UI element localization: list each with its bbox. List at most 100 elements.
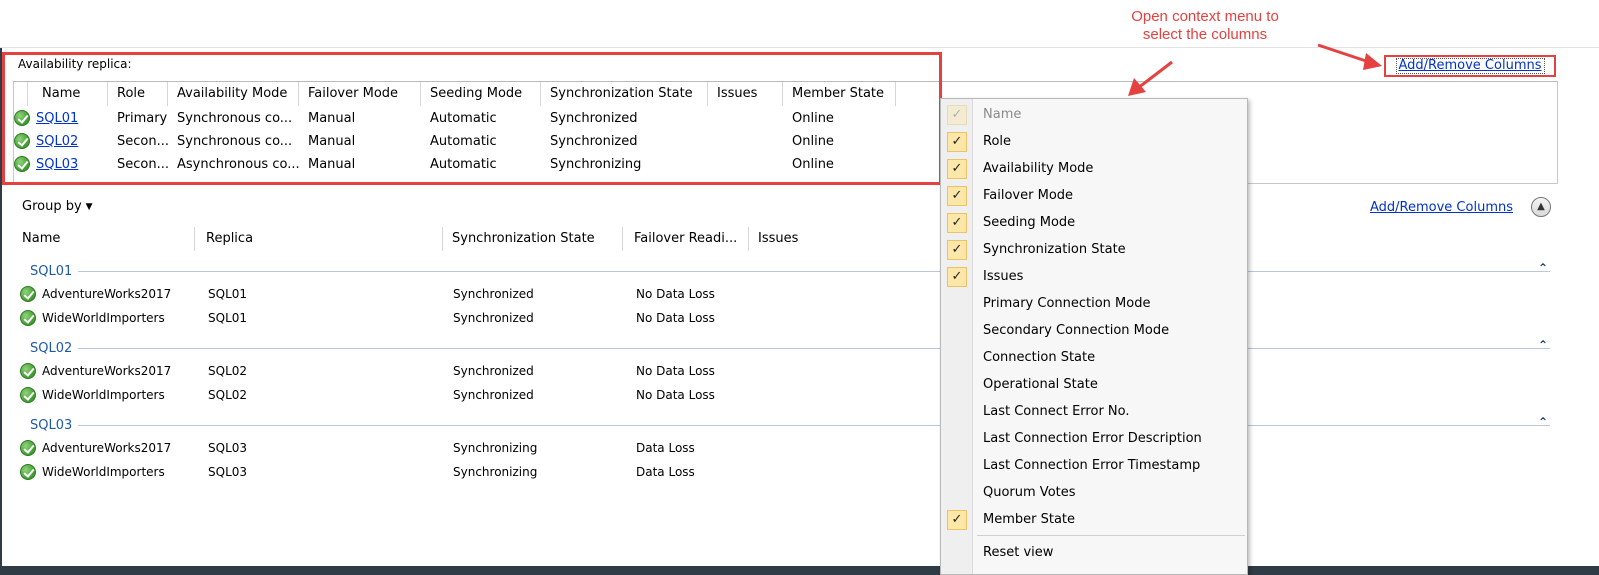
db-column-header-failover-readi[interactable]: Failover Readi... xyxy=(634,231,737,246)
database-failover-cell: No Data Loss xyxy=(636,311,715,325)
column-header-role[interactable]: Role xyxy=(108,82,168,106)
checkmark-icon: ✓ xyxy=(947,105,967,125)
replica-name-link[interactable]: SQL01 xyxy=(36,111,78,126)
column-header-member-state[interactable]: Member State xyxy=(783,82,896,106)
replica-row[interactable]: SQL02 Secon... Synchronous co... Manual Auto… xyxy=(14,130,896,152)
database-name-cell: AdventureWorks2017 xyxy=(42,364,172,378)
group-header-sql01[interactable]: SQL01 ⌃ xyxy=(30,261,1550,280)
replica-role-cell: Secon... xyxy=(117,156,168,172)
menu-item-secondary-connection-mode[interactable]: Secondary Connection Mode xyxy=(941,317,1247,344)
replica-failover-mode-cell: Manual xyxy=(308,133,356,149)
database-failover-cell: Data Loss xyxy=(636,465,695,479)
replica-role-cell: Secon... xyxy=(117,133,168,149)
group-label: SQL01 xyxy=(30,263,73,279)
replica-row[interactable]: SQL01 Primary Synchronous co... Manual Autom… xyxy=(14,107,896,129)
menu-item-synchronization-state[interactable]: ✓ Synchronization State xyxy=(941,236,1247,263)
replica-seeding-mode-cell: Automatic xyxy=(430,156,497,172)
database-sync-state-cell: Synchronizing xyxy=(453,465,538,479)
replica-name-cell[interactable]: SQL01 xyxy=(14,110,108,126)
column-header-issues[interactable]: Issues xyxy=(708,82,783,106)
db-column-header-issues[interactable]: Issues xyxy=(758,231,798,246)
menu-item-issues[interactable]: ✓ Issues xyxy=(941,263,1247,290)
replica-grid-header: Name Role Availability Mode Failover Mode Se… xyxy=(14,82,896,106)
column-context-menu: ✓ Name ✓ Role ✓ Availability Mode ✓ Failover Mo… xyxy=(940,98,1248,575)
add-remove-columns-link[interactable]: Add/Remove Columns xyxy=(1370,200,1513,215)
healthy-status-icon xyxy=(20,363,36,379)
replica-name-link[interactable]: SQL03 xyxy=(36,157,78,172)
group-by-label: Group by xyxy=(22,199,82,214)
checkmark-icon: ✓ xyxy=(947,510,967,530)
menu-item-label: Last Connection Error Description xyxy=(983,431,1202,446)
checkmark-icon: ✓ xyxy=(947,159,967,179)
replica-role-cell: Primary xyxy=(117,110,168,126)
database-replica-cell: SQL03 xyxy=(208,465,248,479)
replica-failover-mode-cell: Manual xyxy=(308,156,356,172)
replica-member-state-cell: Online xyxy=(792,110,834,126)
column-separator[interactable] xyxy=(748,227,749,251)
chevron-up-icon[interactable]: ⌃ xyxy=(1538,338,1548,352)
replica-row[interactable]: SQL03 Secon... Asynchronous co... Manual Aut… xyxy=(14,153,896,175)
healthy-status-icon xyxy=(20,310,36,326)
column-header-synchronization-state[interactable]: Synchronization State xyxy=(541,82,708,106)
replica-name-cell[interactable]: SQL02 xyxy=(14,133,108,149)
menu-item-member-state[interactable]: ✓ Member State xyxy=(941,506,1247,533)
annotation-callout: Open context menu to select the columns xyxy=(1080,8,1330,44)
database-replica-cell: SQL01 xyxy=(208,287,248,301)
menu-item-connection-state[interactable]: Connection State xyxy=(941,344,1247,371)
healthy-status-icon xyxy=(14,156,30,172)
database-name-cell: AdventureWorks2017 xyxy=(42,441,172,455)
column-separator[interactable] xyxy=(442,227,443,251)
menu-item-label: Last Connection Error Timestamp xyxy=(983,458,1201,473)
menu-item-primary-connection-mode[interactable]: Primary Connection Mode xyxy=(941,290,1247,317)
menu-item-name: ✓ Name xyxy=(941,101,1247,128)
annotation-line-1: Open context menu to xyxy=(1131,8,1279,25)
db-column-header-name[interactable]: Name xyxy=(22,231,60,246)
column-separator[interactable] xyxy=(194,227,195,251)
menu-item-label: Member State xyxy=(983,512,1076,527)
menu-item-last-connection-error-description[interactable]: Last Connection Error Description xyxy=(941,425,1247,452)
menu-item-operational-state[interactable]: Operational State xyxy=(941,371,1247,398)
menu-item-failover-mode[interactable]: ✓ Failover Mode xyxy=(941,182,1247,209)
add-remove-columns-text[interactable]: Add/Remove Columns xyxy=(1395,58,1545,74)
menu-item-label: Failover Mode xyxy=(983,188,1074,203)
chevron-up-icon[interactable]: ⌃ xyxy=(1538,415,1548,429)
replica-name-cell[interactable]: SQL03 xyxy=(14,156,108,172)
add-remove-columns-link-highlighted[interactable]: Add/Remove Columns xyxy=(1384,55,1556,77)
column-header-availability-mode[interactable]: Availability Mode xyxy=(168,82,299,106)
group-header-sql02[interactable]: SQL02 ⌃ xyxy=(30,338,1550,357)
menu-item-label: Seeding Mode xyxy=(983,215,1076,230)
group-by-dropdown[interactable]: Group by ▼ xyxy=(22,199,93,214)
menu-item-label: Last Connect Error No. xyxy=(983,404,1130,419)
column-header-seeding-mode[interactable]: Seeding Mode xyxy=(421,82,541,106)
menu-item-seeding-mode[interactable]: ✓ Seeding Mode xyxy=(941,209,1247,236)
database-name-cell: WideWorldImporters xyxy=(42,388,165,402)
column-header-name[interactable]: Name xyxy=(28,82,108,106)
replica-name-link[interactable]: SQL02 xyxy=(36,134,78,149)
annotation-line-2: select the columns xyxy=(1142,26,1268,43)
group-header-sql03[interactable]: SQL03 ⌃ xyxy=(30,415,1550,434)
menu-item-role[interactable]: ✓ Role xyxy=(941,128,1247,155)
database-sync-state-cell: Synchronized xyxy=(453,311,534,325)
menu-item-last-connection-error-timestamp[interactable]: Last Connection Error Timestamp xyxy=(941,452,1247,479)
column-separator[interactable] xyxy=(622,227,623,251)
collapse-up-icon[interactable]: ▲ xyxy=(1531,197,1551,217)
menu-item-label: Availability Mode xyxy=(983,161,1094,176)
menu-item-availability-mode[interactable]: ✓ Availability Mode xyxy=(941,155,1247,182)
healthy-status-icon xyxy=(20,440,36,456)
column-header-failover-mode[interactable]: Failover Mode xyxy=(299,82,421,106)
menu-item-label: Reset view xyxy=(983,545,1054,560)
replica-sync-state-cell: Synchronized xyxy=(550,110,638,126)
menu-item-last-connect-error-no[interactable]: Last Connect Error No. xyxy=(941,398,1247,425)
chevron-up-icon[interactable]: ⌃ xyxy=(1538,261,1548,275)
db-column-header-synchronization-state[interactable]: Synchronization State xyxy=(452,231,595,246)
menu-item-quorum-votes[interactable]: Quorum Votes xyxy=(941,479,1247,506)
db-column-header-replica[interactable]: Replica xyxy=(206,231,253,246)
group-divider xyxy=(78,270,1550,272)
menu-item-label: Primary Connection Mode xyxy=(983,296,1151,311)
database-failover-cell: Data Loss xyxy=(636,441,695,455)
replica-availability-mode-cell: Synchronous co... xyxy=(177,133,293,149)
menu-item-label: Synchronization State xyxy=(983,242,1126,257)
panel-divider xyxy=(0,47,1599,48)
menu-item-reset-view[interactable]: Reset view xyxy=(941,539,1247,566)
checkmark-icon: ✓ xyxy=(947,186,967,206)
